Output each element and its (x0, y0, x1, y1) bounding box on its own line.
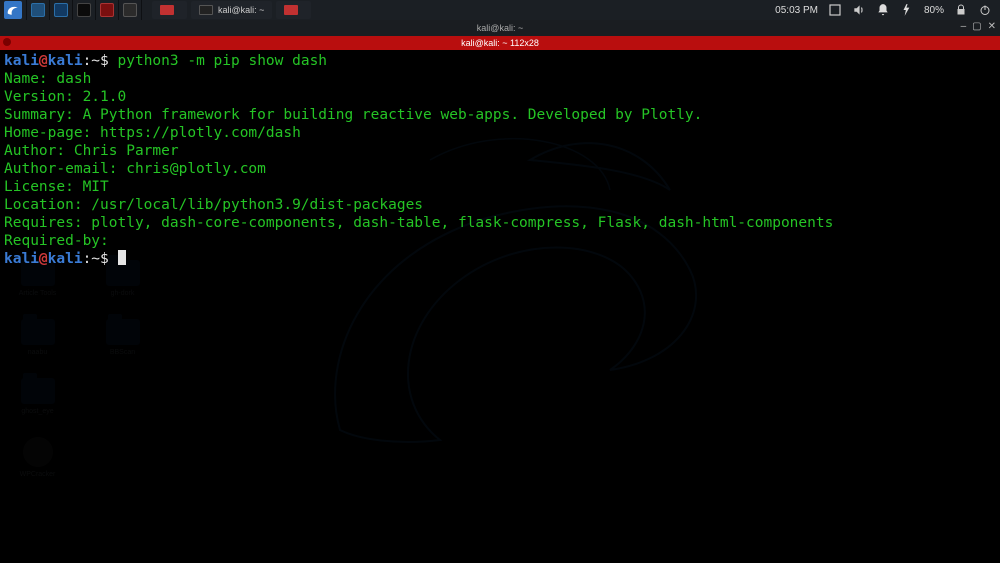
taskbar-label: kali@kali: ~ (218, 5, 264, 15)
minimize-button[interactable]: – (961, 21, 967, 32)
prompt-host: kali (48, 251, 83, 267)
launcher-button[interactable] (27, 0, 50, 20)
output-line: Requires: plotly, dash-core-components, … (4, 215, 833, 231)
output-line: License: MIT (4, 179, 109, 195)
prompt-symbol: $ (100, 53, 109, 69)
terminal-window: kali@kali: ~ – ▢ ✕ kali@kali: ~ 112x28 k… (0, 20, 1000, 563)
volume-icon[interactable] (852, 3, 866, 17)
close-button[interactable]: ✕ (988, 21, 996, 32)
folder-icon (54, 3, 68, 17)
power-icon[interactable] (978, 3, 992, 17)
taskbar-item[interactable] (152, 1, 187, 19)
launcher-button[interactable] (96, 0, 119, 20)
terminal-tabbar[interactable]: kali@kali: ~ 112x28 (0, 36, 1000, 50)
prompt-path: :~ (83, 251, 100, 267)
output-line: Author: Chris Parmer (4, 143, 179, 159)
battery-icon[interactable] (900, 3, 914, 17)
window-thumb-icon (284, 5, 298, 15)
prompt-symbol: $ (100, 251, 109, 267)
maximize-button[interactable]: ▢ (972, 21, 981, 32)
notifications-icon[interactable] (876, 3, 890, 17)
output-line: Version: 2.1.0 (4, 89, 126, 105)
command-text: python3 -m pip show dash (118, 53, 328, 69)
output-line: Name: dash (4, 71, 91, 87)
system-panel: kali@kali: ~ 05:03 PM 80% (0, 0, 1000, 20)
prompt-user: kali (4, 251, 39, 267)
terminal-body[interactable]: kali@kali:~$ python3 -m pip show dash Na… (0, 50, 1000, 563)
app-icon (31, 3, 45, 17)
terminal-icon (77, 3, 91, 17)
output-line: Home-page: https://plotly.com/dash (4, 125, 301, 141)
prompt-at: @ (39, 53, 48, 69)
battery-percent: 80% (924, 5, 944, 16)
window-thumb-icon (160, 5, 174, 15)
taskbar-item[interactable]: kali@kali: ~ (191, 1, 272, 19)
launcher-button[interactable] (73, 0, 96, 20)
launcher-button[interactable] (119, 0, 142, 20)
app-icon (123, 3, 137, 17)
lock-icon[interactable] (954, 3, 968, 17)
terminal-tab-label: kali@kali: ~ 112x28 (461, 38, 539, 48)
kali-logo-icon (4, 1, 22, 19)
prompt-at: @ (39, 251, 48, 267)
output-line: Author-email: chris@plotly.com (4, 161, 266, 177)
output-line: Location: /usr/local/lib/python3.9/dist-… (4, 197, 423, 213)
taskbar-item[interactable] (276, 1, 311, 19)
taskbar: kali@kali: ~ (152, 1, 311, 19)
clock[interactable]: 05:03 PM (775, 5, 818, 16)
workspace-switcher-icon[interactable] (828, 3, 842, 17)
window-title: kali@kali: ~ (477, 23, 523, 33)
prompt-path: :~ (83, 53, 100, 69)
window-thumb-icon (199, 5, 213, 15)
output-line: Required-by: (4, 233, 118, 249)
prompt-host: kali (48, 53, 83, 69)
app-icon (100, 3, 114, 17)
output-line: Summary: A Python framework for building… (4, 107, 702, 123)
cursor (118, 250, 126, 265)
app-menu-button[interactable] (0, 0, 27, 20)
prompt-user: kali (4, 53, 39, 69)
window-titlebar[interactable]: kali@kali: ~ – ▢ ✕ (0, 20, 1000, 36)
launcher-button[interactable] (50, 0, 73, 20)
tab-indicator-icon (3, 38, 11, 46)
